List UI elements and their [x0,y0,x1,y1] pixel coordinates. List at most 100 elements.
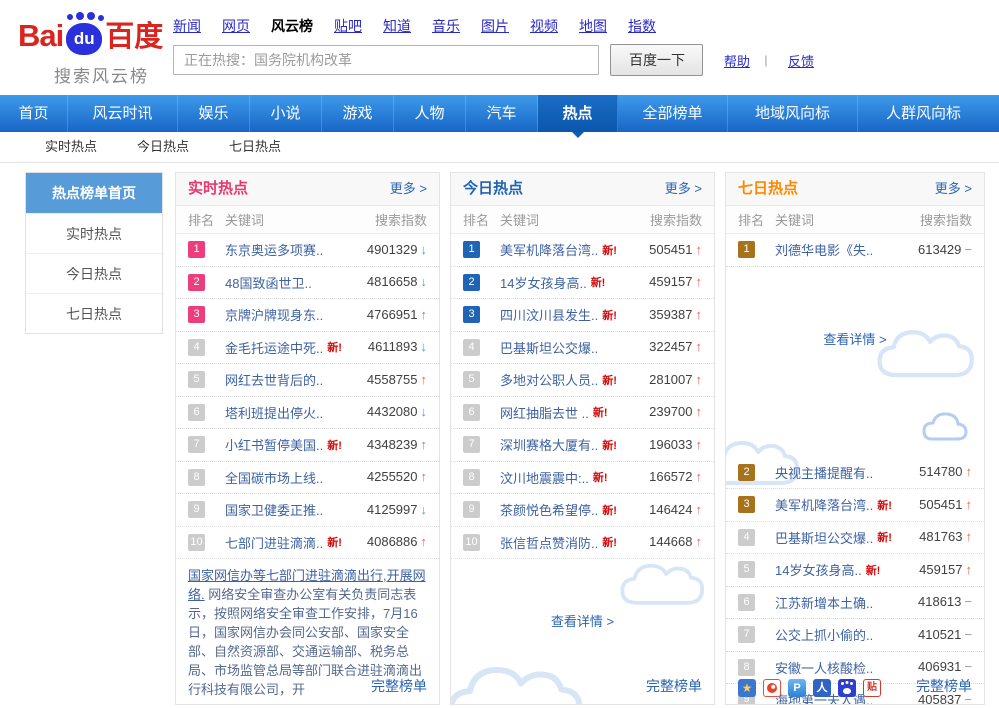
index-value: 4255520 [367,469,418,484]
top-nav-link-2[interactable]: 网页 [222,18,250,34]
sub-nav-item-3[interactable]: 七日热点 [229,132,281,162]
main-nav-item-5[interactable]: 游戏 [322,95,394,132]
top-nav-link-4[interactable]: 贴吧 [334,18,362,34]
view-detail-link[interactable]: 查看详情 > [726,329,984,348]
keyword-link[interactable]: 14岁女孩身高.. [500,273,587,292]
trend-down-icon: ↓ [421,242,428,257]
keyword-link[interactable]: 美军机降落台湾.. [775,495,873,514]
list-item: 2央视主播提醒有..514780↑ [726,457,984,490]
more-link[interactable]: 更多 > [935,173,972,205]
column-rank: 排名 [188,210,225,229]
new-badge: 新! [602,242,617,258]
keyword-link[interactable]: 七部门进驻滴滴.. [225,533,323,552]
help-link[interactable]: 帮助 [724,54,750,69]
top-nav-link-1[interactable]: 新闻 [173,18,201,34]
index-value: 613429 [918,242,961,257]
main-nav-item-11[interactable]: 人群风向标 [858,95,989,132]
full-list-link[interactable]: 完整榜单 [371,676,427,696]
more-link[interactable]: 更多 > [665,173,702,205]
view-detail-link[interactable]: 查看详情 > [451,611,714,630]
keyword-link[interactable]: 48国致函世卫.. [225,273,312,292]
keyword-link[interactable]: 国家卫健委正推.. [225,500,323,519]
keyword-link[interactable]: 全国碳市场上线.. [225,468,323,487]
top-nav-link-9[interactable]: 地图 [579,18,607,34]
sidebar-item-2[interactable]: 实时热点 [26,213,162,253]
keyword-link[interactable]: 塔利班提出停火.. [225,403,323,422]
main-nav-item-2[interactable]: 风云时讯 [68,95,178,132]
link-divider: | [764,53,767,67]
sidebar-item-1[interactable]: 热点榜单首页 [26,173,162,213]
share-baidu-share-icon[interactable]: P [788,679,806,697]
full-list-link[interactable]: 完整榜单 [916,676,972,696]
index-value: 196033 [649,437,692,452]
share-baidu-paw-icon[interactable] [838,679,856,697]
search-input[interactable] [173,45,599,75]
sub-nav-item-2[interactable]: 今日热点 [137,132,189,162]
keyword-link[interactable]: 多地对公职人员.. [500,370,598,389]
keyword-link[interactable]: 网红去世背后的.. [225,370,323,389]
index-value: 144668 [649,534,692,549]
keyword-link[interactable]: 金毛托运途中死.. [225,338,323,357]
trend-up-icon: ↑ [696,404,703,419]
cloud-decoration [450,643,647,705]
trend-up-icon: ↑ [696,307,703,322]
more-link[interactable]: 更多 > [390,173,427,205]
keyword-link[interactable]: 张信哲点赞消防.. [500,533,598,552]
main-nav-item-7[interactable]: 汽车 [466,95,538,132]
keyword-link[interactable]: 茶颜悦色希望停.. [500,500,598,519]
top-nav-link-5[interactable]: 知道 [383,18,411,34]
full-list-link[interactable]: 完整榜单 [646,676,702,696]
keyword-link[interactable]: 江苏新增本土确.. [775,593,873,612]
top-nav-link-10[interactable]: 指数 [628,18,656,34]
detail-area: 查看详情 > [451,611,714,630]
keyword-link[interactable]: 14岁女孩身高.. [775,560,862,579]
keyword-link[interactable]: 深圳赛格大厦有.. [500,435,598,454]
top-nav-link-7[interactable]: 图片 [481,18,509,34]
keyword-link[interactable]: 汶川地震震中:.. [500,468,589,487]
keyword-link[interactable]: 东京奥运多项赛.. [225,240,323,259]
share-tieba-icon[interactable]: 贴 [863,679,881,697]
panel-header: 更多 > 实时热点 [176,173,439,206]
top-nav-link-6[interactable]: 音乐 [432,18,460,34]
keyword-link[interactable]: 小红书暂停美国.. [225,435,323,454]
sub-nav-item-1[interactable]: 实时热点 [45,132,97,162]
keyword-link[interactable]: 公交上抓小偷的.. [775,625,873,644]
sidebar-item-3[interactable]: 今日热点 [26,253,162,293]
main-nav-item-1[interactable]: 首页 [0,95,68,132]
keyword-link[interactable]: 京牌沪牌现身东.. [225,305,323,324]
keyword-link[interactable]: 四川汶川县发生.. [500,305,598,324]
share-qzone-icon[interactable]: ★ [738,679,756,697]
new-badge: 新! [877,529,892,545]
list-item: 4巴基斯坦公交爆..新!481763↑ [726,522,984,555]
main-nav-item-4[interactable]: 小说 [250,95,322,132]
share-weibo-icon[interactable] [763,679,781,697]
trend-up-icon: ↑ [421,372,428,387]
baidu-logo[interactable]: Baidu百度 搜索风云榜 [18,12,168,87]
keyword-link[interactable]: 美军机降落台湾.. [500,240,598,259]
list-item: 9茶颜悦色希望停..新!146424↑ [451,494,714,527]
rank-badge: 8 [738,659,755,676]
rank-badge: 3 [738,496,755,513]
sidebar-item-4[interactable]: 七日热点 [26,293,162,333]
list-item: 7小红书暂停美国..新!4348239↑ [176,429,439,462]
main-nav-item-10[interactable]: 地域风向标 [728,95,858,132]
search-button[interactable]: 百度一下 [610,44,703,76]
top-nav-link-3[interactable]: 风云榜 [271,18,313,34]
index-value: 410521 [918,627,961,642]
keyword-link[interactable]: 网红抽脂去世 .. [500,403,589,422]
feedback-link[interactable]: 反馈 [788,54,814,69]
main-nav-item-6[interactable]: 人物 [394,95,466,132]
keyword-link[interactable]: 巴基斯坦公交爆.. [775,528,873,547]
share-renren-icon[interactable]: 人 [813,679,831,697]
top-nav-link-8[interactable]: 视频 [530,18,558,34]
keyword-link[interactable]: 刘德华电影《失.. [775,240,873,259]
main-nav-item-8[interactable]: 热点 [538,95,618,132]
keyword-link[interactable]: 央视主播提醒有.. [775,463,873,482]
main-nav-item-9[interactable]: 全部榜单 [618,95,728,132]
main-nav-item-3[interactable]: 娱乐 [178,95,250,132]
search-index: 418613− [918,593,972,611]
keyword-link[interactable]: 安徽一人核酸检.. [775,658,873,677]
keyword-link[interactable]: 巴基斯坦公交爆.. [500,338,598,357]
paw-icon: du [63,14,105,60]
rank-badge: 6 [188,404,205,421]
